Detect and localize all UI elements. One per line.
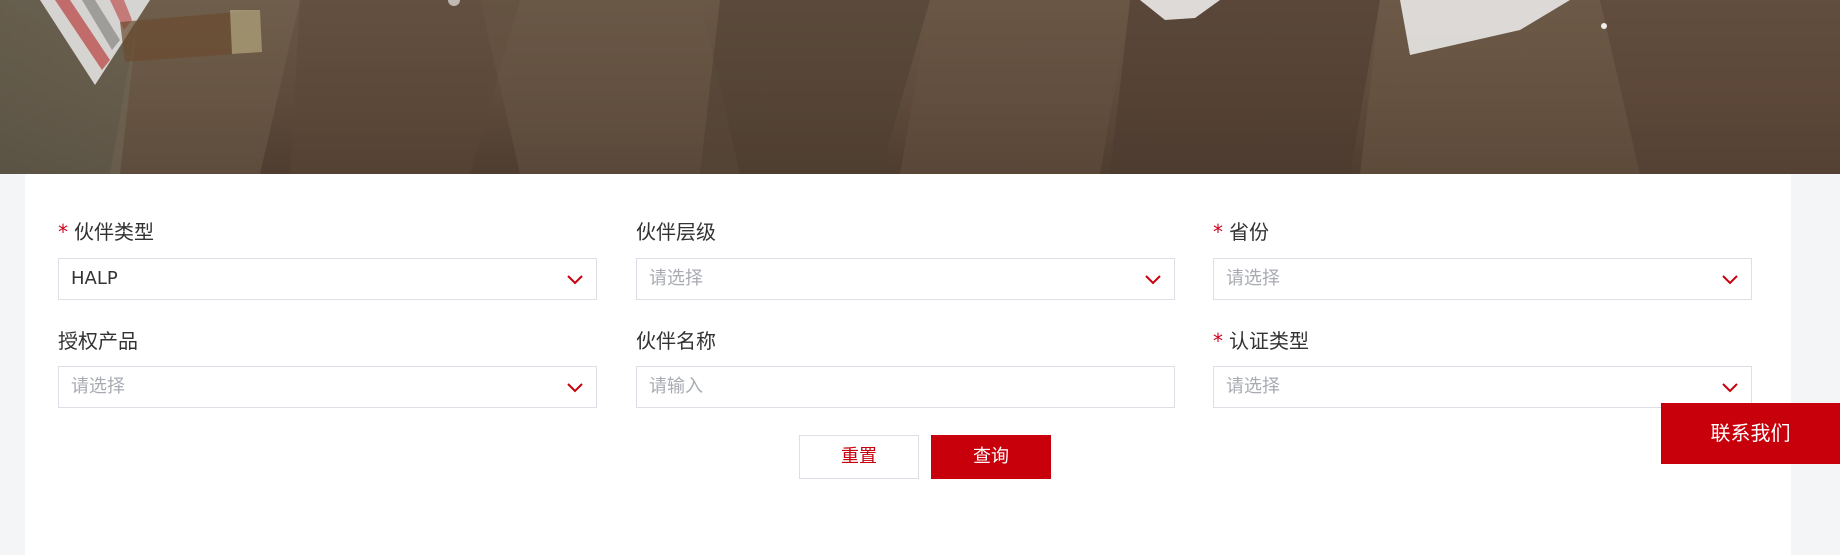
hero-photo <box>0 0 1840 174</box>
chevron-down-icon <box>567 275 583 285</box>
partner-level-label: 伙伴层级 <box>636 220 716 244</box>
partner-type-label: * 伙伴类型 <box>58 220 154 244</box>
required-mark: * <box>1213 220 1223 244</box>
chevron-down-icon <box>1145 275 1161 285</box>
reset-button[interactable]: 重置 <box>799 435 919 479</box>
province-select[interactable]: 请选择 <box>1213 258 1752 300</box>
hero-banner <box>0 0 1840 174</box>
required-mark: * <box>1213 329 1223 353</box>
partner-level-placeholder: 请选择 <box>649 268 703 289</box>
cert-type-placeholder: 请选择 <box>1226 376 1280 397</box>
partner-name-label: 伙伴名称 <box>636 329 716 353</box>
partner-type-value: HALP <box>71 268 118 289</box>
authorized-product-select[interactable]: 请选择 <box>58 366 597 408</box>
contact-us-button[interactable]: 联系我们 <box>1661 403 1840 464</box>
cert-type-select[interactable]: 请选择 <box>1213 366 1752 408</box>
chevron-down-icon <box>1722 383 1738 393</box>
authorized-product-placeholder: 请选择 <box>71 376 125 397</box>
authorized-product-label: 授权产品 <box>58 329 138 353</box>
chevron-down-icon <box>567 383 583 393</box>
province-placeholder: 请选择 <box>1226 268 1280 289</box>
partner-level-select[interactable]: 请选择 <box>636 258 1175 300</box>
cert-type-label: * 认证类型 <box>1213 329 1309 353</box>
chevron-down-icon <box>1722 275 1738 285</box>
required-mark: * <box>58 220 68 244</box>
province-label: * 省份 <box>1213 220 1269 244</box>
partner-name-input[interactable]: 请输入 <box>636 366 1175 408</box>
partner-name-placeholder: 请输入 <box>649 376 703 397</box>
query-button[interactable]: 查询 <box>931 435 1051 479</box>
partner-type-select[interactable]: HALP <box>58 258 597 300</box>
search-panel <box>25 174 1791 555</box>
